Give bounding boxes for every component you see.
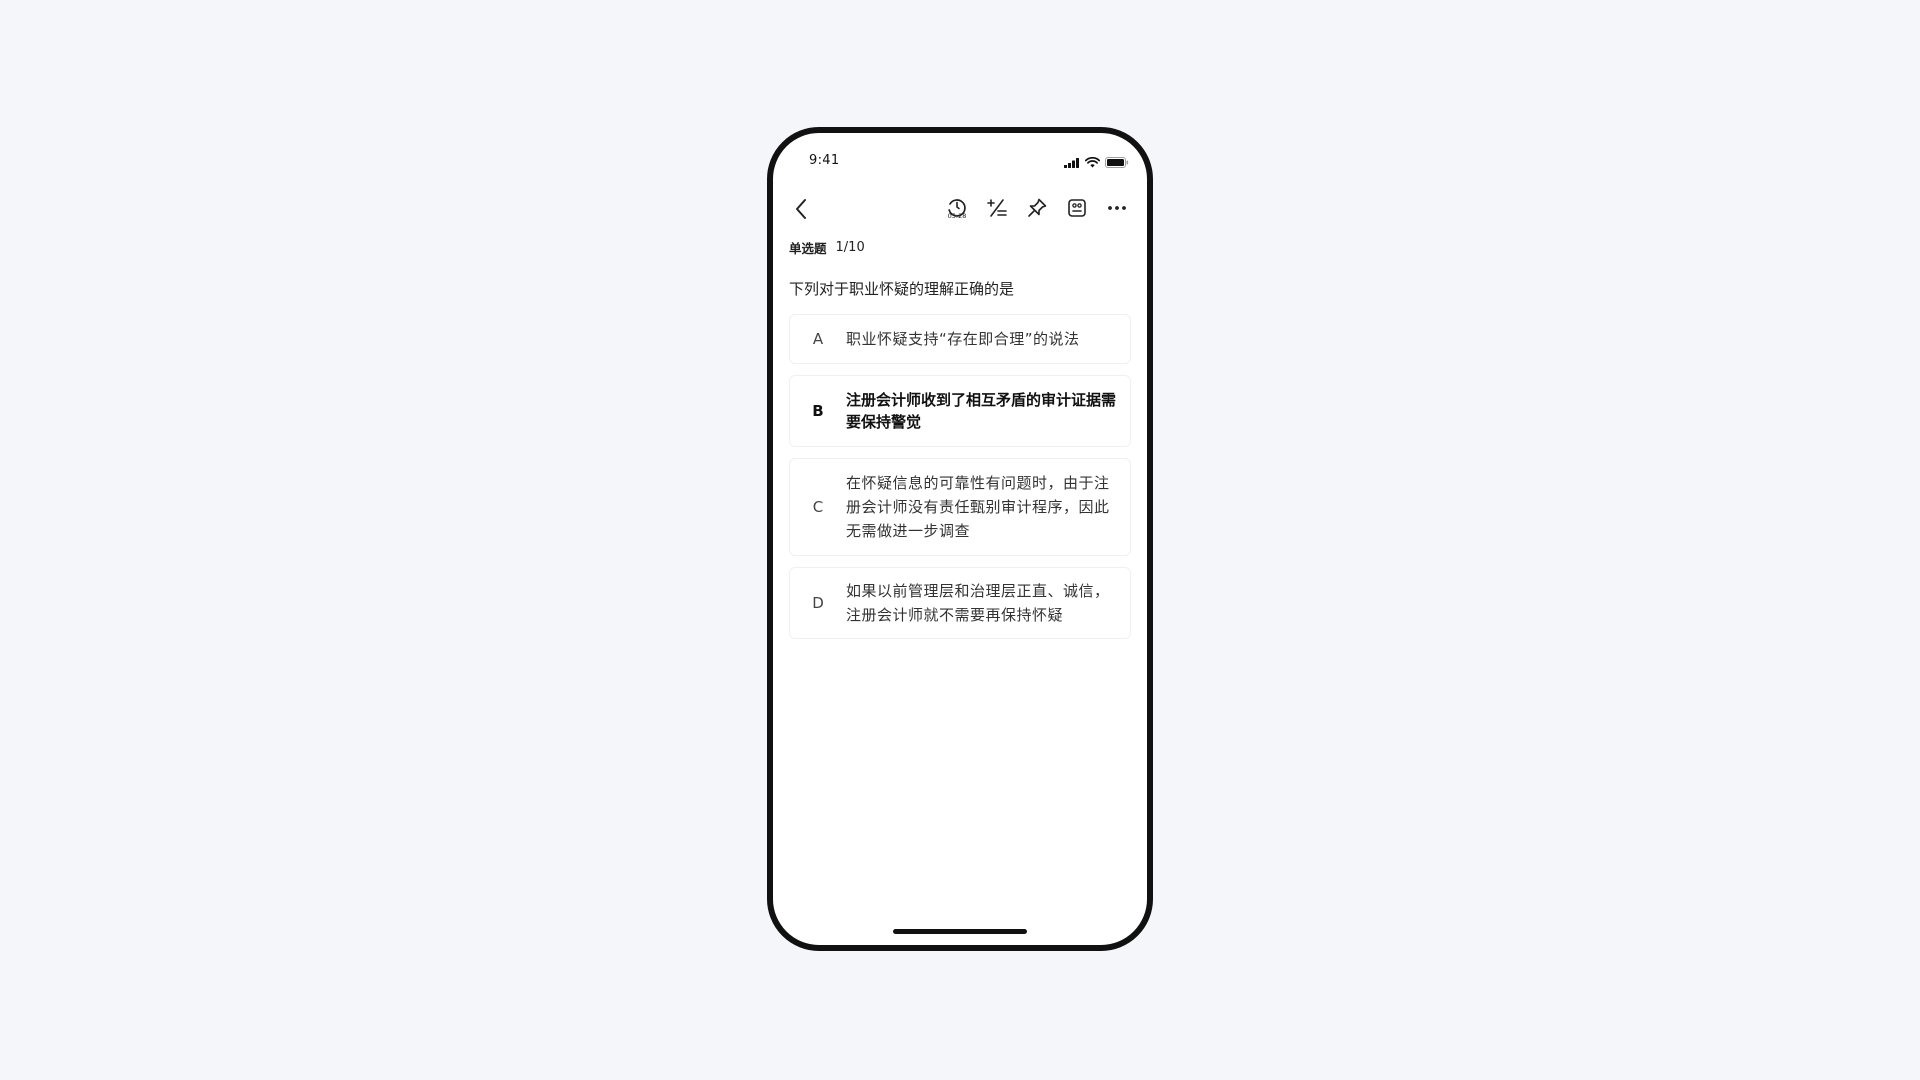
option-letter: B: [812, 402, 824, 420]
more-icon: [1108, 206, 1126, 210]
options-list: A 职业怀疑支持“存在即合理”的说法 B 注册会计师收到了相互矛盾的审计证据需要…: [789, 314, 1131, 639]
answer-sheet-button[interactable]: [1057, 193, 1097, 223]
more-button[interactable]: [1097, 193, 1137, 223]
question-progress: 1/10: [835, 239, 865, 255]
option-c[interactable]: C 在怀疑信息的可靠性有问题时，由于注册会计师没有责任甄别审计程序，因此无需做进…: [789, 458, 1131, 556]
option-text: 职业怀疑支持“存在即合理”的说法: [846, 330, 1080, 348]
status-icons: [1064, 153, 1129, 172]
option-text: 在怀疑信息的可靠性有问题时，由于注册会计师没有责任甄别审计程序，因此无需做进一步…: [846, 474, 1110, 540]
calculator-button[interactable]: [977, 193, 1017, 223]
option-letter: D: [812, 594, 824, 612]
question-stem: 下列对于职业怀疑的理解正确的是: [789, 280, 1015, 298]
question-content: 单选题 1/10 下列对于职业怀疑的理解正确的是 A 职业怀疑支持“存在即合理”…: [789, 237, 1131, 639]
timer-text: 03:28: [947, 212, 967, 220]
calculator-icon: [987, 199, 1007, 217]
wifi-icon: [1084, 153, 1101, 172]
nav-bar: 03:28: [773, 187, 1147, 229]
question-meta: 单选题 1/10: [789, 237, 1131, 257]
question-type: 单选题: [789, 240, 827, 256]
status-time: 9:41: [809, 153, 840, 168]
home-indicator[interactable]: [893, 929, 1027, 934]
option-letter: C: [812, 498, 824, 516]
phone-frame: 9:41 03:28 单选题 1/10 下列对于职业怀疑的理解正确的是 A 职业…: [767, 127, 1153, 951]
option-d[interactable]: D 如果以前管理层和治理层正直、诚信，注册会计师就不需要再保持怀疑: [789, 567, 1131, 639]
pin-button[interactable]: [1017, 193, 1057, 223]
battery-icon: [1105, 153, 1129, 172]
option-b[interactable]: B 注册会计师收到了相互矛盾的审计证据需要保持警觉: [789, 375, 1131, 447]
chevron-left-icon: [796, 199, 806, 219]
answer-sheet-icon: [1068, 199, 1086, 217]
back-button[interactable]: [787, 195, 815, 223]
option-text: 注册会计师收到了相互矛盾的审计证据需要保持警觉: [846, 391, 1117, 431]
status-bar: 9:41: [773, 133, 1147, 181]
pin-icon: [1028, 198, 1047, 217]
signal-icon: [1064, 153, 1080, 172]
option-letter: A: [812, 330, 824, 348]
timer-button[interactable]: 03:28: [937, 193, 977, 223]
nav-actions: 03:28: [937, 193, 1137, 223]
option-a[interactable]: A 职业怀疑支持“存在即合理”的说法: [789, 314, 1131, 364]
option-text: 如果以前管理层和治理层正直、诚信，注册会计师就不需要再保持怀疑: [846, 582, 1110, 624]
